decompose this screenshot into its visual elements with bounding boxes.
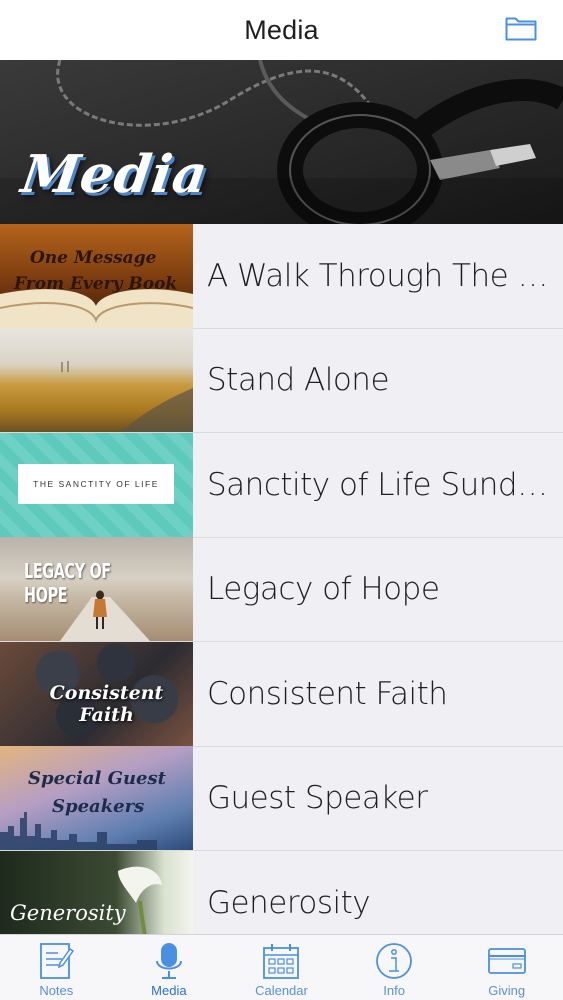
tab-label: Calendar [255,983,308,998]
navigation-bar: Media [0,0,563,60]
series-title: Stand Alone [207,362,390,399]
thumbnail-caption: Consistent Faith [49,681,164,726]
list-item[interactable]: Stand Alone [0,328,563,433]
series-thumbnail: Special Guest Speakers [0,746,193,851]
thumbnail-caption: Speakers [52,796,145,818]
notes-icon [40,943,75,979]
series-title: Legacy of Hope [207,571,440,608]
series-thumbnail: One Message From Every Book [0,224,193,328]
tab-info[interactable]: Info [338,935,451,1000]
info-icon [376,943,412,979]
list-item[interactable]: THE SANCTITY OF LIFE Sanctity of Life Su… [0,432,563,538]
tab-label: Giving [488,983,526,998]
thumbnail-caption: Generosity [10,901,126,926]
tab-label: Media [151,983,187,998]
thumbnail-caption: LEGACY OF HOPE [24,559,111,608]
series-thumbnail: Generosity [0,851,193,934]
series-thumbnail: LEGACY OF HOPE [0,537,193,642]
tab-media[interactable]: Media [113,935,226,1000]
series-title: Generosity [207,885,371,922]
tab-notes[interactable]: Notes [0,935,113,1000]
series-thumbnail: THE SANCTITY OF LIFE [0,432,193,537]
list-item[interactable]: Generosity Generosity [0,851,563,934]
media-series-list[interactable]: One Message From Every Book A Walk Throu… [0,224,563,934]
tab-giving[interactable]: Giving [450,935,563,1000]
tab-label: Notes [39,983,74,998]
series-thumbnail [0,328,193,433]
page-title: Media [244,14,319,45]
microphone-icon [155,943,182,979]
thumbnail-caption: One Message [30,247,157,268]
thumbnail-caption: From Every Book [14,273,178,294]
calendar-icon [263,944,300,979]
folder-icon[interactable] [505,14,537,42]
thumbnail-banner: THE SANCTITY OF LIFE [18,463,174,504]
series-title: A Walk Through The Bi… [207,257,553,294]
list-item[interactable]: Special Guest Speakers Guest Speaker [0,746,563,851]
credit-card-icon [487,948,526,974]
tab-calendar[interactable]: Calendar [225,935,338,1000]
series-title: Guest Speaker [207,780,428,817]
tab-label: Info [383,983,405,998]
tab-bar: Notes Media Calendar Info Giving [0,934,563,1000]
media-hero-banner: Media [0,60,563,224]
list-item[interactable]: LEGACY OF HOPE Legacy of Hope [0,537,563,642]
series-thumbnail: Consistent Faith [0,641,193,746]
thumbnail-caption: Special Guest [28,768,166,790]
wheat-field-image [61,361,193,433]
list-item[interactable]: Consistent Faith Consistent Faith [0,641,563,747]
thumbnail-caption: THE SANCTITY OF LIFE [33,478,159,489]
hero-title: Media [17,144,212,205]
series-title: Consistent Faith [207,675,448,712]
list-item[interactable]: One Message From Every Book A Walk Throu… [0,224,563,329]
series-title: Sanctity of Life Sunday [207,466,553,503]
